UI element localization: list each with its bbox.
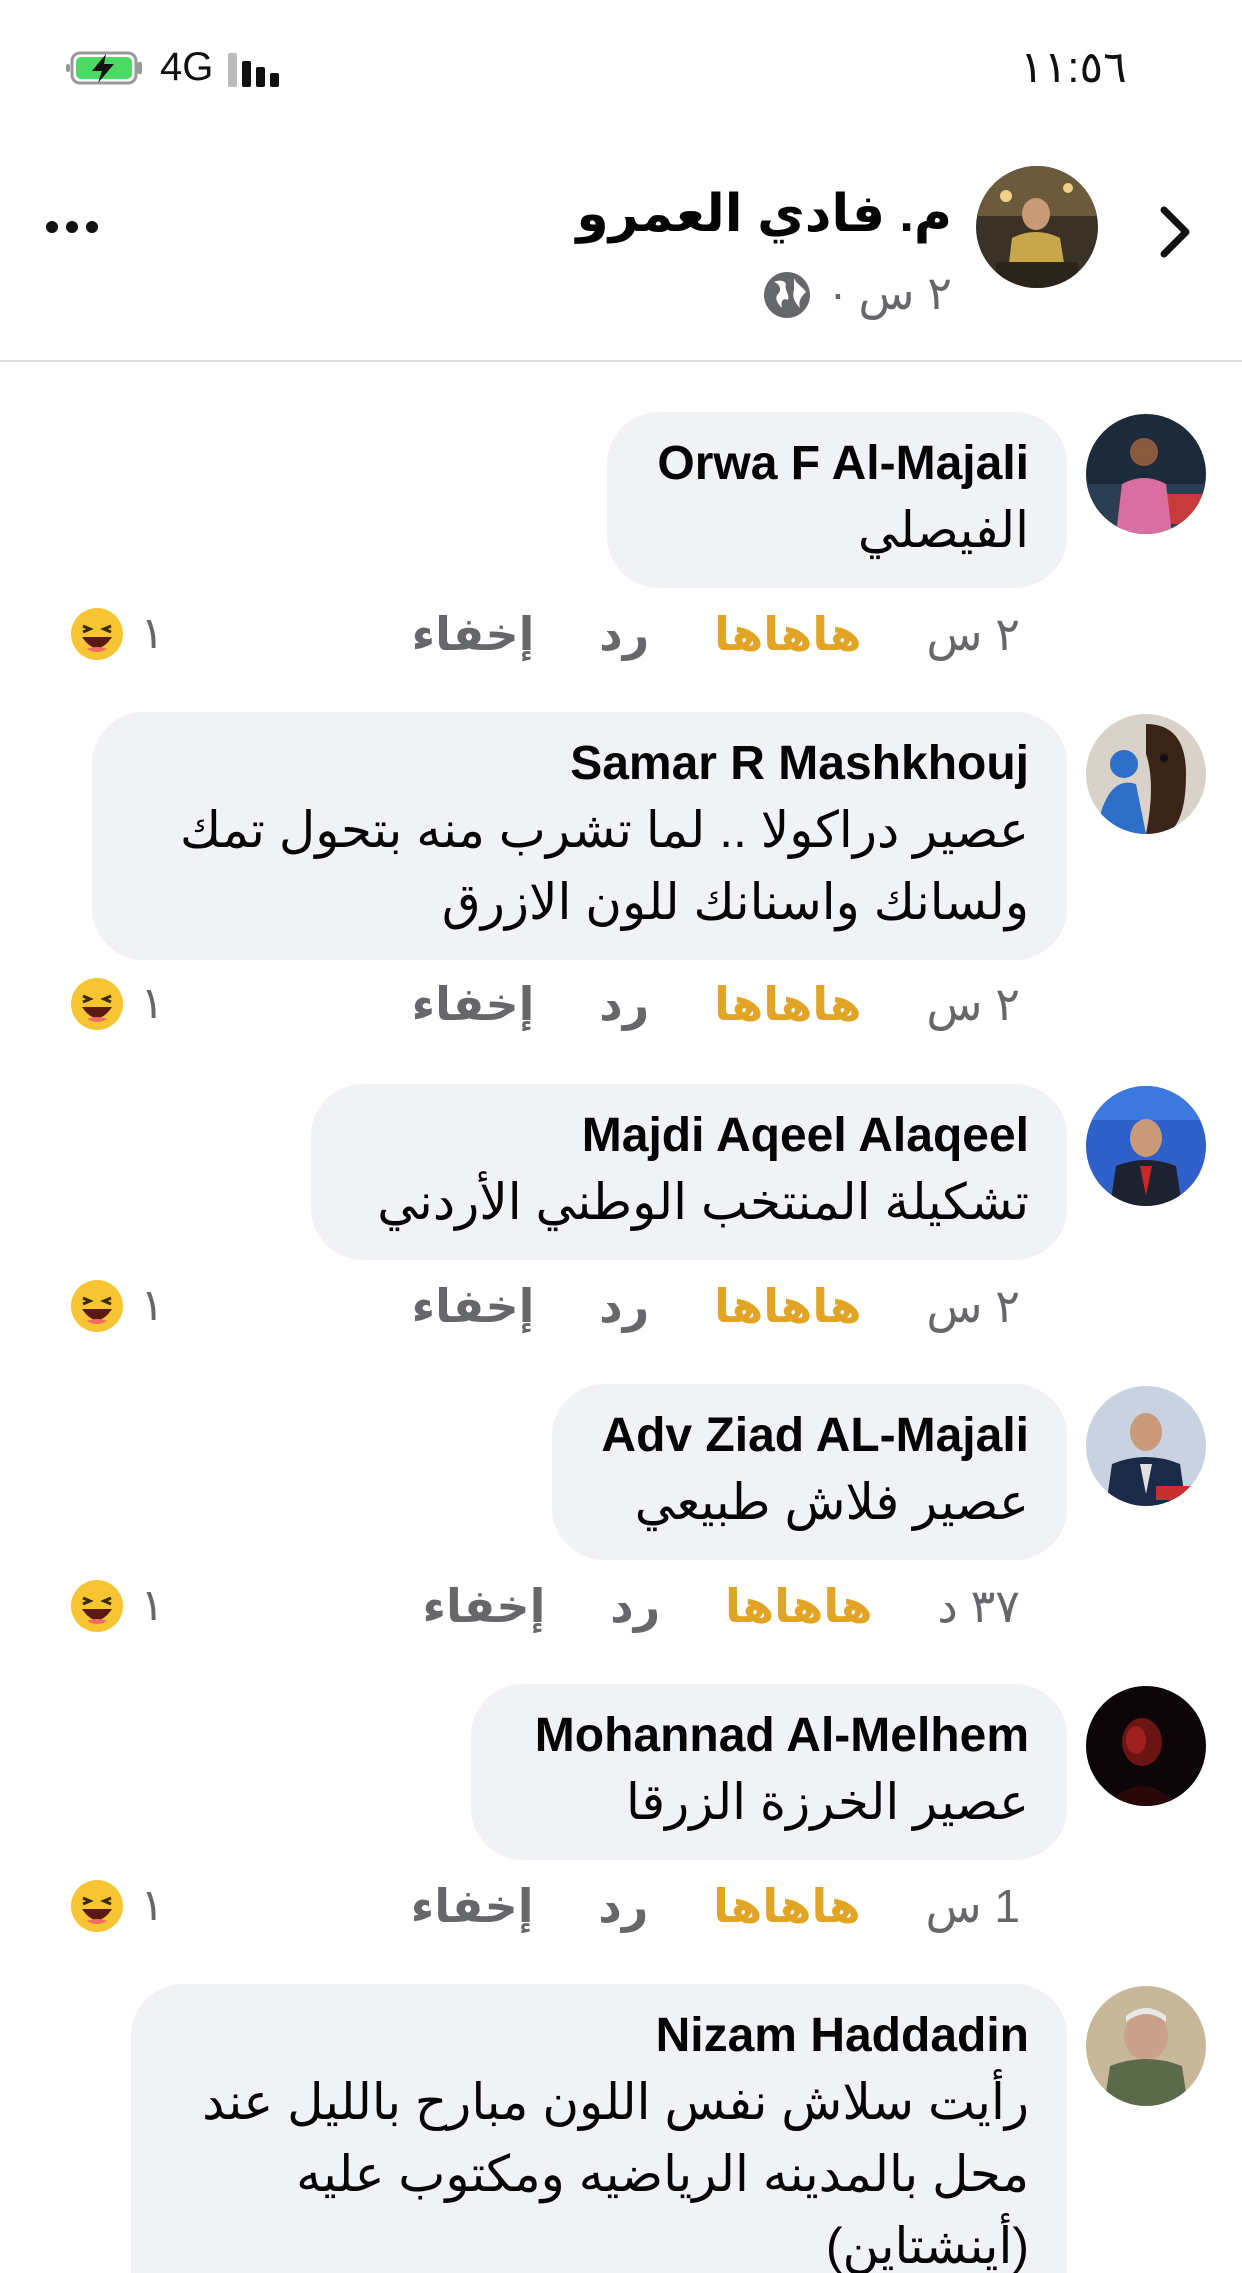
haha-reaction-button[interactable]: هاهاها	[714, 974, 862, 1034]
comments-screen: 4G ١١:٥٦ م. فادي العمرو ٢ س · Orwa F Al-…	[0, 0, 1242, 2273]
comment-author[interactable]: Samar R Mashkhouj	[130, 734, 1029, 794]
comment-text: عصير الخرزة الزرقا	[626, 1774, 1029, 1830]
comment-text: عصير دراكولا .. لما تشرب منه بتحول تمك و…	[180, 802, 1029, 930]
haha-emoji-icon	[71, 1580, 123, 1632]
hide-button[interactable]: إخفاء	[412, 604, 535, 664]
post-author-avatar[interactable]	[976, 166, 1098, 288]
comment-author[interactable]: Majdi Aqeel Alaqeel	[349, 1106, 1029, 1166]
more-dots-icon	[46, 221, 58, 233]
reply-button[interactable]: رد	[599, 604, 649, 664]
globe-icon	[764, 272, 810, 318]
haha-emoji-icon	[71, 608, 123, 660]
reaction-summary[interactable]: ١	[70, 1576, 164, 1636]
more-options-button[interactable]	[42, 202, 102, 252]
comment-time: ٣٧ د	[937, 1580, 1020, 1632]
reaction-count: ١	[140, 1581, 165, 1630]
status-bar: 4G ١١:٥٦	[0, 0, 1242, 130]
hide-button[interactable]: إخفاء	[412, 974, 535, 1034]
reaction-summary[interactable]: ١	[70, 604, 164, 664]
chevron-right-icon[interactable]	[1150, 200, 1200, 264]
commenter-avatar[interactable]	[1086, 414, 1206, 534]
commenter-avatar[interactable]	[1086, 1986, 1206, 2106]
hide-button[interactable]: إخفاء	[411, 1876, 534, 1936]
comment-actions: ٢ س هاهاها رد إخفاء	[360, 1276, 1020, 1336]
comment-bubble[interactable]: Samar R Mashkhouj عصير دراكولا .. لما تش…	[92, 712, 1067, 960]
comment-actions: ٣٧ د هاهاها رد إخفاء	[371, 1576, 1020, 1636]
comment-author[interactable]: Nizam Haddadin	[169, 2006, 1029, 2066]
reaction-count: ١	[140, 1881, 165, 1930]
commenter-avatar[interactable]	[1086, 1686, 1206, 1806]
comment-text: عصير فلاش طبيعي	[634, 1474, 1029, 1530]
battery-charging-icon	[66, 51, 142, 85]
commenter-avatar[interactable]	[1086, 1386, 1206, 1506]
hide-button[interactable]: إخفاء	[412, 1276, 535, 1336]
clock: ١١:٥٦	[1020, 43, 1127, 92]
comment-author[interactable]: Adv Ziad AL-Majali	[590, 1406, 1029, 1466]
hide-button[interactable]: إخفاء	[423, 1576, 546, 1636]
haha-emoji-icon	[71, 1280, 123, 1332]
comment-actions: ٢ س هاهاها رد إخفاء	[360, 604, 1020, 664]
comment-bubble[interactable]: Adv Ziad AL-Majali عصير فلاش طبيعي	[552, 1384, 1067, 1560]
comment-author[interactable]: Orwa F Al-Majali	[645, 434, 1029, 494]
haha-reaction-button[interactable]: هاهاها	[713, 1876, 861, 1936]
reaction-summary[interactable]: ١	[70, 1876, 164, 1936]
haha-reaction-button[interactable]: هاهاها	[714, 1276, 862, 1336]
comment-bubble[interactable]: Orwa F Al-Majali الفيصلي	[607, 412, 1067, 588]
reply-button[interactable]: رد	[598, 1876, 648, 1936]
post-time: ٢ س ·	[830, 267, 952, 319]
commenter-avatar[interactable]	[1086, 1086, 1206, 1206]
reaction-summary[interactable]: ١	[70, 1276, 164, 1336]
commenter-avatar[interactable]	[1086, 714, 1206, 834]
reaction-count: ١	[140, 979, 165, 1028]
reply-button[interactable]: رد	[599, 974, 649, 1034]
comment-bubble[interactable]: Mohannad Al-Melhem عصير الخرزة الزرقا	[471, 1684, 1067, 1860]
haha-emoji-icon	[71, 1880, 123, 1932]
comment-time: ٢ س	[926, 1280, 1020, 1332]
comment-author[interactable]: Mohannad Al-Melhem	[509, 1706, 1029, 1766]
reply-button[interactable]: رد	[599, 1276, 649, 1336]
haha-reaction-button[interactable]: هاهاها	[714, 604, 862, 664]
comment-text: رأيت سلاش نفس اللون مبارح بالليل عند محل…	[202, 2074, 1029, 2273]
comment-time: 1 س	[925, 1880, 1020, 1932]
post-header: م. فادي العمرو ٢ س ·	[0, 130, 1242, 362]
network-type: 4G	[160, 45, 214, 89]
reaction-count: ١	[140, 1281, 165, 1330]
comment-bubble[interactable]: Majdi Aqeel Alaqeel تشكيلة المنتخب الوطن…	[311, 1084, 1067, 1260]
reply-button[interactable]: رد	[610, 1576, 660, 1636]
reaction-summary[interactable]: ١	[70, 974, 164, 1034]
haha-reaction-button[interactable]: هاهاها	[725, 1576, 873, 1636]
comment-time: ٢ س	[926, 608, 1020, 660]
comment-actions: ٢ س هاهاها رد إخفاء	[360, 974, 1020, 1034]
post-author-name[interactable]: م. فادي العمرو	[576, 184, 952, 244]
comment-bubble[interactable]: Nizam Haddadin رأيت سلاش نفس اللون مبارح…	[131, 1984, 1067, 2273]
comment-text: تشكيلة المنتخب الوطني الأردني	[377, 1174, 1029, 1230]
comment-text: الفيصلي	[857, 502, 1029, 558]
haha-emoji-icon	[71, 978, 123, 1030]
reaction-count: ١	[140, 609, 165, 658]
comment-time: ٢ س	[926, 978, 1020, 1030]
signal-bars-icon	[228, 53, 279, 87]
comment-actions: 1 س هاهاها رد إخفاء	[359, 1876, 1020, 1936]
